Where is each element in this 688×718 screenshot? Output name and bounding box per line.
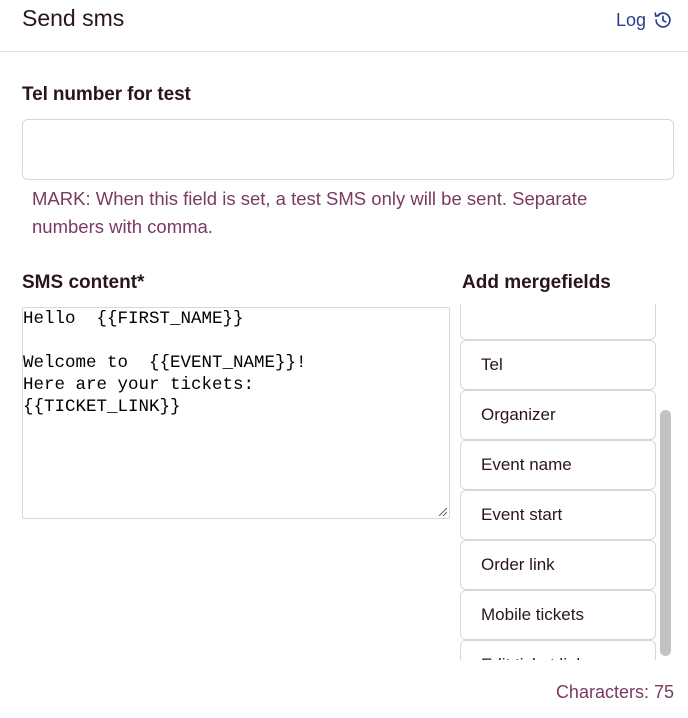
log-button[interactable]: Log (616, 9, 674, 31)
mergefield-item-tel[interactable]: Tel (460, 340, 656, 390)
scrollbar-thumb[interactable] (660, 410, 671, 656)
mergefields-label: Add mergefields (462, 272, 611, 293)
tel-field-label: Tel number for test (22, 84, 191, 105)
mergefield-item-order-link[interactable]: Order link (460, 540, 656, 590)
sms-content-label: SMS content* (22, 272, 145, 293)
mergefield-item-event-name[interactable]: Event name (460, 440, 656, 490)
character-count: Characters: 75 (555, 682, 674, 702)
mergefield-item-event-start[interactable]: Event start (460, 490, 656, 540)
tel-hint: MARK: When this field is set, a test SMS… (32, 188, 588, 237)
mergefield-item-organizer[interactable]: Organizer (460, 390, 656, 440)
page-header: Send sms Log (0, 0, 688, 52)
mergefields-list: Tel Organizer Event name Event start Ord… (460, 304, 656, 660)
log-label: Log (615, 9, 646, 30)
mergefield-item-mobile-tickets[interactable]: Mobile tickets (460, 590, 656, 640)
resize-grip-icon[interactable] (437, 506, 447, 516)
mergefield-item-edit-ticket-link[interactable]: Edit ticket link (460, 640, 656, 660)
history-icon (652, 9, 674, 31)
sms-content-textarea[interactable]: Hello {{FIRST_NAME}} Welcome to {{EVENT_… (22, 307, 450, 519)
page-title: Send sms (22, 5, 125, 31)
mergefield-item[interactable] (460, 304, 656, 340)
mergefields-panel[interactable]: Tel Organizer Event name Event start Ord… (460, 304, 674, 660)
tel-input[interactable] (22, 119, 674, 180)
